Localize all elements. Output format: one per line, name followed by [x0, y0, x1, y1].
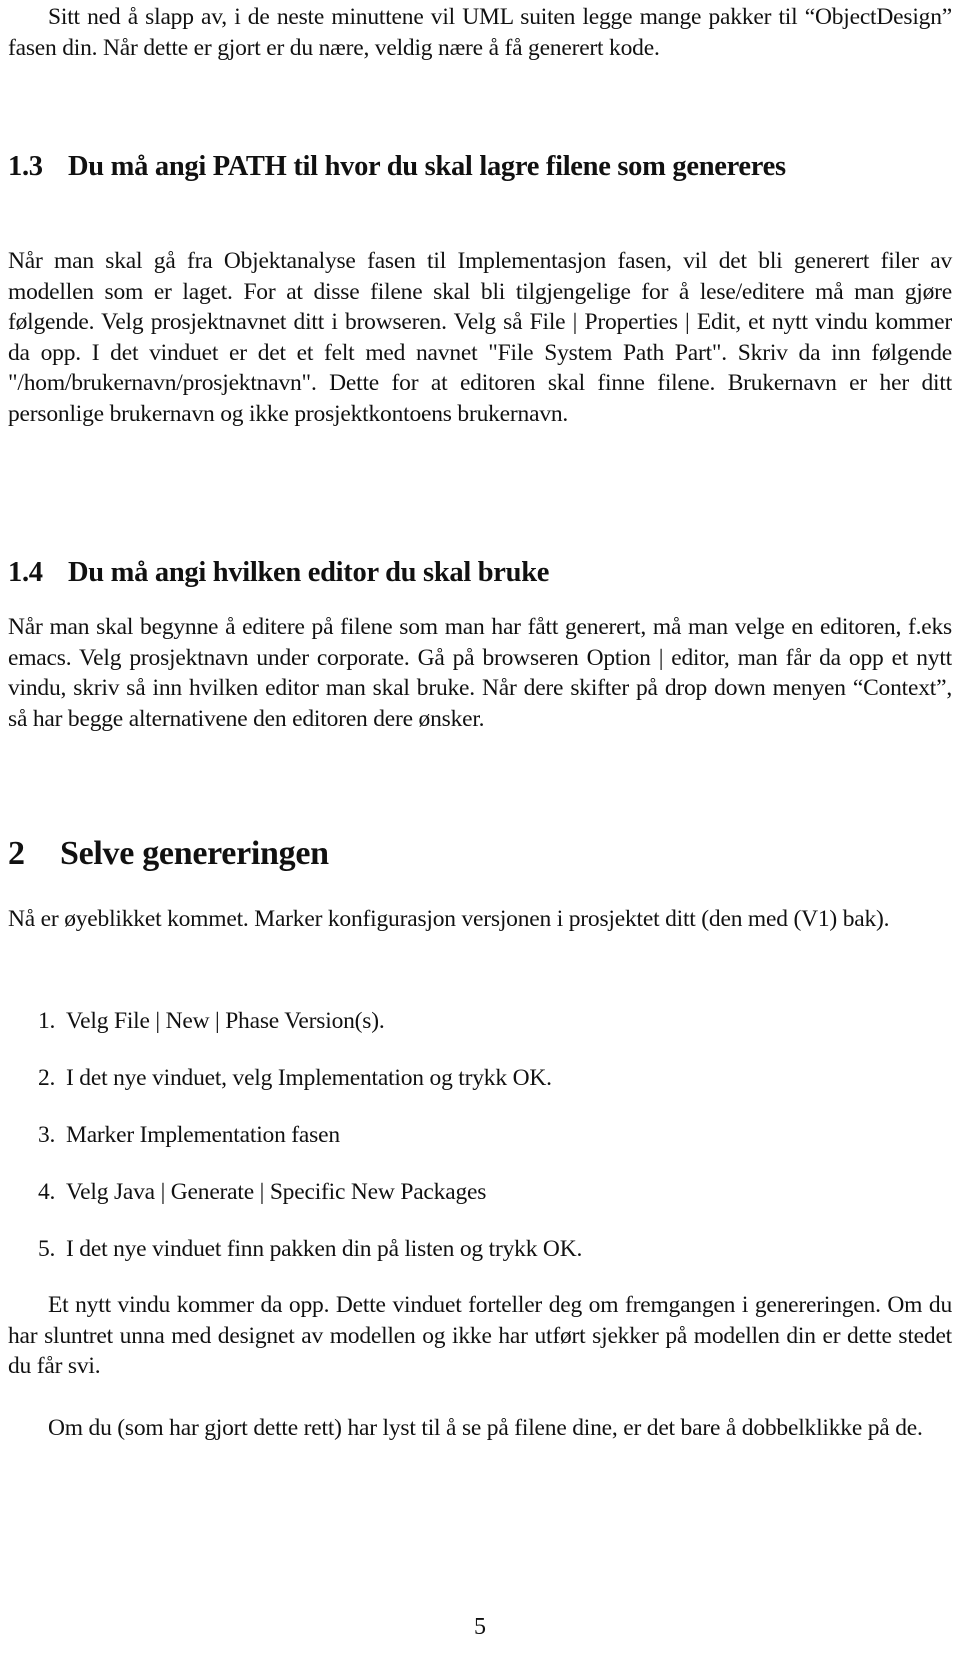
- section-1-4-paragraph: Når man skal begynne å editere på filene…: [8, 614, 952, 732]
- section-title: Du må angi hvilken editor du skal bruke: [68, 557, 550, 588]
- page-number: 5: [474, 1614, 486, 1640]
- result-paragraph: Et nytt vindu kommer da opp. Dette vindu…: [8, 1292, 952, 1380]
- list-item: 3. Marker Implementation fasen: [8, 1120, 952, 1151]
- list-item-text: Marker Implementation fasen: [66, 1122, 340, 1148]
- list-item-text: Velg File | New | Phase Version(s).: [66, 1008, 385, 1034]
- section-number: 1.3: [8, 151, 43, 182]
- list-item: 2. I det nye vinduet, velg Implementatio…: [8, 1063, 952, 1094]
- list-item-number: 1.: [38, 1008, 56, 1034]
- section-2-heading: 2 Selve genereringen: [8, 834, 952, 874]
- list-item: 4. Velg Java | Generate | Specific New P…: [8, 1177, 952, 1208]
- section-1-4-heading: 1.4 Du må angi hvilken editor du skal br…: [8, 556, 952, 590]
- list-item-text: I det nye vinduet finn pakken din på lis…: [66, 1236, 583, 1262]
- list-item-number: 3.: [38, 1122, 56, 1148]
- closing-paragraph: Om du (som har gjort dette rett) har lys…: [48, 1415, 923, 1441]
- section-1-3-paragraph: Når man skal gå fra Objektanalyse fasen …: [8, 248, 952, 427]
- list-item-text: Velg Java | Generate | Specific New Pack…: [66, 1179, 487, 1205]
- list-item-number: 4.: [38, 1179, 56, 1205]
- section-title: Du må angi PATH til hvor du skal lagre f…: [68, 151, 786, 182]
- list-item-number: 5.: [38, 1236, 56, 1262]
- list-item-text: I det nye vinduet, velg Implementation o…: [66, 1065, 552, 1091]
- list-item: 5. I det nye vinduet finn pakken din på …: [8, 1234, 952, 1265]
- section-number: 2: [8, 835, 25, 872]
- section-2-paragraph: Nå er øyeblikket kommet. Marker konfigur…: [8, 906, 890, 932]
- intro-paragraph: Sitt ned å slapp av, i de neste minutten…: [8, 4, 952, 61]
- list-item: 1. Velg File | New | Phase Version(s).: [8, 1006, 952, 1037]
- section-number: 1.4: [8, 557, 43, 588]
- section-title: Selve genereringen: [60, 835, 329, 872]
- section-1-3-heading: 1.3 Du må angi PATH til hvor du skal lag…: [8, 150, 952, 184]
- list-item-number: 2.: [38, 1065, 56, 1091]
